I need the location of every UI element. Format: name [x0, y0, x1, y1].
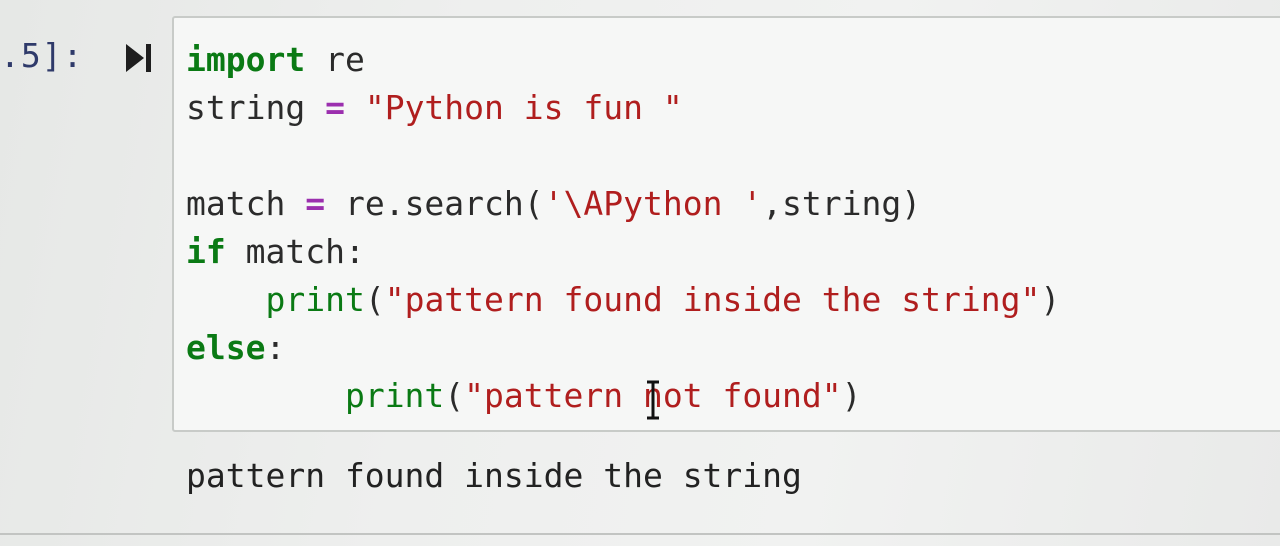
code-token: (	[444, 376, 465, 415]
text-cursor-icon	[647, 380, 659, 420]
cell-prompt: .5]:	[0, 36, 84, 75]
code-editor[interactable]: import re string = "Python is fun " match …	[186, 36, 1060, 420]
code-token: else	[186, 328, 266, 367]
cell-output: pattern found inside the string	[186, 456, 802, 495]
code-line[interactable]: if match:	[186, 228, 1060, 276]
code-token: :	[265, 328, 286, 367]
code-token: re.search(	[325, 184, 544, 223]
code-token: print	[344, 376, 445, 415]
code-line[interactable]: import re	[186, 36, 1060, 84]
code-token: '\APython '	[543, 184, 763, 223]
code-line[interactable]: print("pattern not found")	[186, 372, 1060, 420]
code-line[interactable]: match = re.search('\APython ',string)	[186, 180, 1060, 228]
code-line[interactable]: string = "Python is fun "	[186, 84, 1060, 132]
run-cell-icon[interactable]	[124, 40, 154, 76]
code-token: string	[186, 88, 326, 127]
code-line[interactable]: print("pattern found inside the string")	[186, 276, 1060, 324]
code-token: import	[186, 40, 306, 79]
code-token: (	[364, 280, 385, 319]
code-token: )	[1040, 280, 1061, 319]
code-token: print	[265, 280, 365, 319]
code-token: =	[325, 88, 345, 127]
code-token: if	[186, 232, 226, 271]
code-token: match:	[225, 232, 365, 271]
code-token: re	[305, 40, 365, 79]
code-token: "pattern found inside the string"	[384, 280, 1041, 319]
code-token: )	[841, 376, 862, 415]
code-token: "Python is fun "	[364, 88, 683, 127]
code-token: =	[305, 184, 326, 223]
code-line[interactable]	[186, 132, 1060, 180]
code-token: match	[186, 184, 306, 223]
code-token: ,string)	[762, 184, 922, 223]
cell-divider	[0, 533, 1280, 535]
code-cell-input[interactable]: import re string = "Python is fun " match …	[172, 16, 1280, 432]
code-line[interactable]: else:	[186, 324, 1060, 372]
